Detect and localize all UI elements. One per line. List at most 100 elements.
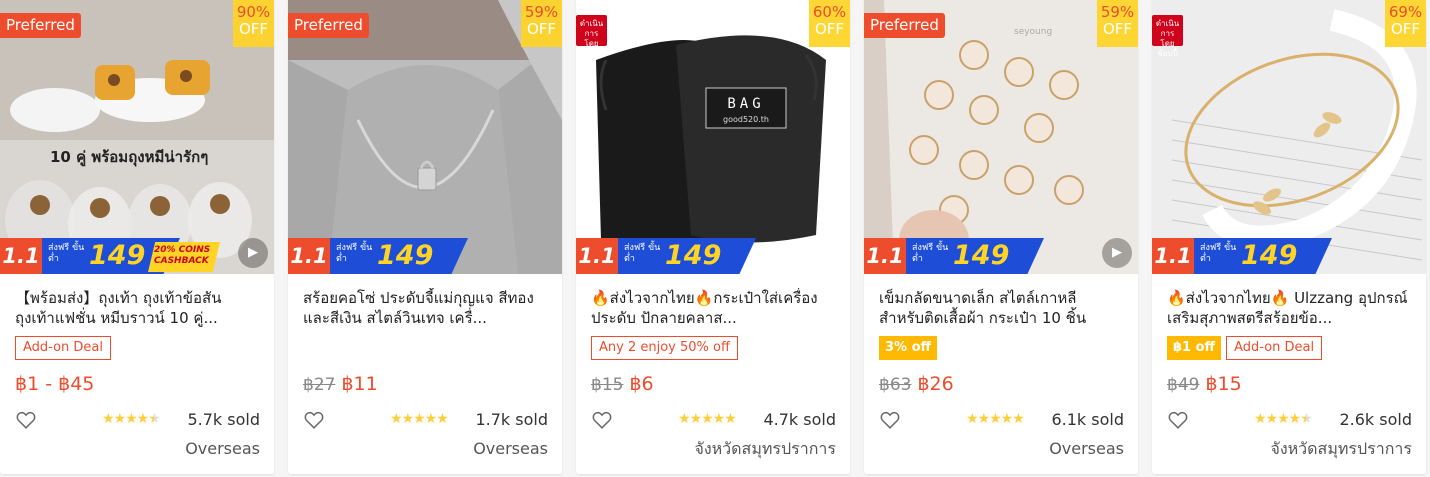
rating-stars: ★★★★★ xyxy=(102,411,161,427)
product-card[interactable]: ดำเนินการโดยช้อปปี้ 69% OFF 1.1 ส่งฟรี ขั้นต… xyxy=(1152,0,1426,474)
free-shipping-text: ส่งฟรี ขั้นต่ำ xyxy=(336,243,373,264)
shopee-operated-badge: ดำเนินการโดยช้อปปี้ xyxy=(1152,15,1183,58)
product-title[interactable]: 【พร้อมส่ง】ถุงเท้า ถุงเท้าข้อสัน ถุงเท้าแ… xyxy=(15,288,261,328)
coins-cashback-badge: 20% COINS CASHBACK xyxy=(148,242,220,272)
product-image[interactable]: ดำเนินการโดยช้อปปี้ 69% OFF 1.1 ส่งฟรี ขั้นต… xyxy=(1152,0,1426,274)
discount-badge: 69% OFF xyxy=(1385,0,1426,47)
like-heart-icon[interactable] xyxy=(591,409,613,431)
price: ฿1 - ฿45 xyxy=(15,372,94,396)
free-shipping-min: 149 xyxy=(1241,240,1298,271)
shopee-operated-badge: ดำเนินการโดยช้อปปี้ xyxy=(576,15,607,58)
sold-count: 5.7k sold xyxy=(187,410,260,429)
rating-stars: ★★★★★ xyxy=(390,411,449,427)
preferred-badge: Preferred xyxy=(0,13,81,38)
shop-location: Overseas xyxy=(473,439,548,458)
price: ฿27 ฿11 xyxy=(303,372,378,397)
like-heart-icon[interactable] xyxy=(303,409,325,431)
free-shipping-text: ส่งฟรี ขั้นต่ำ xyxy=(1200,243,1237,264)
play-video-icon[interactable]: ▶ xyxy=(1102,238,1132,268)
shop-location: จังหวัดสมุทรปราการ xyxy=(1270,439,1412,458)
promo-banner: 1.1 ส่งฟรี ขั้นต่ำ 149 xyxy=(576,238,850,274)
original-price: ฿49 xyxy=(1167,375,1200,395)
sale-1-1-label: 1.1 xyxy=(864,238,906,274)
free-shipping-banner: ส่งฟรี ขั้นต่ำ 149 xyxy=(330,238,468,274)
discount-badge: 59% OFF xyxy=(521,0,562,47)
sold-count: 4.7k sold xyxy=(763,410,836,429)
preferred-badge: Preferred xyxy=(288,13,369,38)
shop-location: Overseas xyxy=(185,439,260,458)
free-shipping-text: ส่งฟรี ขั้นต่ำ xyxy=(624,243,661,264)
sold-count: 1.7k sold xyxy=(475,410,548,429)
play-video-icon[interactable]: ▶ xyxy=(238,238,268,268)
like-heart-icon[interactable] xyxy=(879,409,901,431)
sale-1-1-label: 1.1 xyxy=(576,238,618,274)
free-shipping-banner: ส่งฟรี ขั้นต่ำ 149 xyxy=(618,238,756,274)
discount-off-label: OFF xyxy=(814,20,845,38)
image-caption: 10 คู่ พร้อมถุงหมีน่ารักๆ xyxy=(50,148,209,166)
shop-location: Overseas xyxy=(1049,439,1124,458)
product-title[interactable]: สร้อยคอโซ่ ประดับจี้แม่กุญแจ สีทองและสีเ… xyxy=(303,288,549,328)
free-shipping-banner: ส่งฟรี ขั้นต่ำ 149 xyxy=(1194,238,1332,274)
product-card[interactable]: BAG good520.th ดำเนินการโดยช้อปปี้ 60% OFF… xyxy=(576,0,850,474)
rating-stars: ★★★★★ xyxy=(1254,411,1313,427)
product-grid-row: Preferred 90% OFF 10 คู่ พร้อมถุงหมีน่ารักๆ… xyxy=(0,0,1430,477)
current-price: ฿15 xyxy=(1205,373,1242,395)
current-price: ฿11 xyxy=(341,373,378,395)
product-title[interactable]: 🔥ส่งไวจากไทย🔥 Ulzzang อุปกรณ์เสริมสุภาพส… xyxy=(1167,288,1413,328)
shop-location: จังหวัดสมุทรปราการ xyxy=(694,439,836,458)
free-shipping-min: 149 xyxy=(953,240,1010,271)
promo-tag: 3% off xyxy=(879,336,938,360)
promo-banner: 1.1 ส่งฟรี ขั้นต่ำ 149 xyxy=(1152,238,1426,274)
product-image[interactable]: BAG good520.th ดำเนินการโดยช้อปปี้ 60% OFF… xyxy=(576,0,850,274)
product-image[interactable]: Preferred 90% OFF 10 คู่ พร้อมถุงหมีน่ารักๆ… xyxy=(0,0,274,274)
free-shipping-text: ส่งฟรี ขั้นต่ำ xyxy=(48,243,85,264)
product-card[interactable]: Preferred 90% OFF 10 คู่ พร้อมถุงหมีน่ารักๆ… xyxy=(0,0,274,474)
promo-tag: ฿1 off xyxy=(1167,336,1222,360)
promo-tags: 3% off xyxy=(879,336,938,360)
discount-off-label: OFF xyxy=(1102,20,1133,38)
sold-count: 6.1k sold xyxy=(1051,410,1124,429)
price: ฿49 ฿15 xyxy=(1167,372,1242,397)
product-title[interactable]: 🔥ส่งไวจากไทย🔥กระเป๋าใส่เครื่องประดับ ปัก… xyxy=(591,288,837,328)
discount-off-label: OFF xyxy=(238,20,269,38)
rating-stars: ★★★★★ xyxy=(966,411,1025,427)
discount-percent: 60% xyxy=(812,3,847,21)
discount-badge: 60% OFF xyxy=(809,0,850,47)
price: ฿63 ฿26 xyxy=(879,372,954,397)
current-price: ฿26 xyxy=(917,373,954,395)
promo-tags: Add-on Deal xyxy=(15,336,112,360)
discount-off-label: OFF xyxy=(526,20,557,38)
product-image[interactable]: seyoung Preferred 59% OFF 1.1 ส่งฟรี ขั้นต่ำ… xyxy=(864,0,1138,274)
svg-text:good520.th: good520.th xyxy=(723,115,769,124)
discount-percent: 69% xyxy=(1388,3,1423,21)
product-image[interactable]: Preferred 59% OFF 1.1 ส่งฟรี ขั้นต่ำ 149 xyxy=(288,0,562,274)
discount-percent: 59% xyxy=(1100,3,1135,21)
sold-count: 2.6k sold xyxy=(1339,410,1412,429)
promo-tag: Add-on Deal xyxy=(15,336,112,360)
product-card[interactable]: seyoung Preferred 59% OFF 1.1 ส่งฟรี ขั้นต่ำ… xyxy=(864,0,1138,474)
original-price: ฿27 xyxy=(303,375,336,395)
product-title[interactable]: เข็มกลัดขนาดเล็ก สไตล์เกาหลี สำหรับติดเส… xyxy=(879,288,1125,328)
promo-tags: ฿1 off Add-on Deal xyxy=(1167,336,1323,360)
discount-percent: 59% xyxy=(524,3,559,21)
original-price: ฿63 xyxy=(879,375,912,395)
price: ฿15 ฿6 xyxy=(591,372,654,397)
free-shipping-banner: ส่งฟรี ขั้นต่ำ 149 xyxy=(906,238,1044,274)
discount-off-label: OFF xyxy=(1390,20,1421,38)
discount-percent: 90% xyxy=(236,3,271,21)
rating-stars: ★★★★★ xyxy=(678,411,737,427)
free-shipping-min: 149 xyxy=(89,240,146,271)
like-heart-icon[interactable] xyxy=(1167,409,1189,431)
product-card[interactable]: Preferred 59% OFF 1.1 ส่งฟรี ขั้นต่ำ 149 สร้อย… xyxy=(288,0,562,474)
promo-tag: Any 2 enjoy 50% off xyxy=(591,336,738,360)
svg-text:BAG: BAG xyxy=(727,96,764,112)
original-price: ฿15 xyxy=(591,375,624,395)
promo-tags: Any 2 enjoy 50% off xyxy=(591,336,738,360)
current-price: ฿6 xyxy=(629,373,654,395)
free-shipping-min: 149 xyxy=(377,240,434,271)
svg-text:seyoung: seyoung xyxy=(1014,27,1052,37)
current-price: ฿1 - ฿45 xyxy=(15,373,95,395)
sale-1-1-label: 1.1 xyxy=(1152,238,1194,274)
like-heart-icon[interactable] xyxy=(15,409,37,431)
promo-banner: 1.1 ส่งฟรี ขั้นต่ำ 149 xyxy=(864,238,1138,274)
